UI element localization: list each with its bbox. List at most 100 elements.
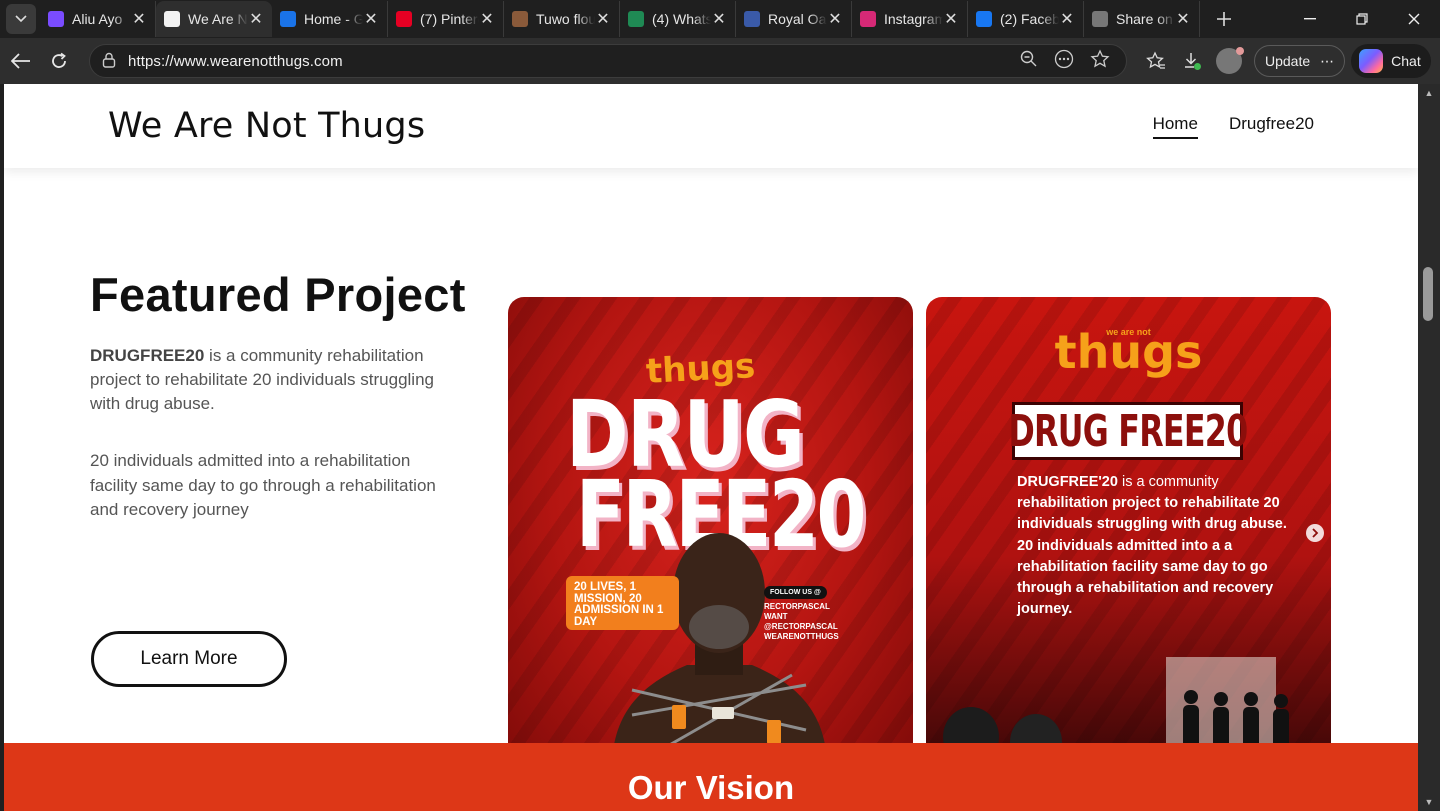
tab-close-icon[interactable]: ✕ [943,9,959,29]
arrow-left-icon [11,53,30,69]
chat-label: Chat [1391,53,1421,69]
poster2-title: DRUG FREE20 [1008,405,1248,457]
site-nav: Home Drugfree20 [1152,114,1314,139]
chevron-down-icon [15,15,27,23]
browser-tab[interactable]: Share on ✕ [1084,1,1200,37]
reload-icon [52,52,66,68]
favorites-icon [1146,51,1165,69]
featured-project-section: Featured Project DRUGFREE20 is a communi… [4,168,1418,768]
browser-tab[interactable]: Tuwo flour ✕ [504,1,620,37]
address-bar-actions [1010,45,1118,77]
downloads-button[interactable] [1174,44,1210,78]
nav-link-drugfree20[interactable]: Drugfree20 [1229,114,1314,139]
poster2-text-body: rehabilitation project to rehabilitate 2… [1017,495,1287,618]
tab-close-icon[interactable]: ✕ [595,9,611,29]
tab-title: Tuwo flour [536,11,595,27]
browser-tab[interactable]: (2) Facebook✕ [968,1,1084,37]
browser-tab[interactable]: Home - Go✕ [272,1,388,37]
more-actions-icon[interactable] [1046,49,1082,74]
tab-actions-menu-button[interactable] [6,4,36,34]
tab-close-icon[interactable]: ✕ [363,9,379,29]
tab-favicon-icon [628,11,644,27]
tab-favicon-icon [860,11,876,27]
reload-button[interactable] [42,44,76,78]
tab-title: Home - Go [304,11,363,27]
tab-title: Royal Oak [768,11,827,27]
featured-title: Featured Project [90,268,466,321]
poster-badge: 20 LIVES, 1 MISSION, 20 ADMISSION IN 1 D… [566,576,679,630]
tab-close-icon[interactable]: ✕ [1175,9,1191,29]
browser-toolbar: https://www.wearenotthugs.com Update ⋯ C… [0,38,1440,84]
profile-avatar[interactable] [1216,47,1244,74]
tab-favicon-icon [48,11,64,27]
carousel-next-button[interactable] [1306,524,1324,542]
scroll-down-arrow[interactable]: ▼ [1418,797,1440,807]
tab-close-icon[interactable]: ✕ [131,9,147,29]
poster2-text-rest: is a community [1117,474,1219,490]
tab-close-icon[interactable]: ✕ [248,9,264,29]
tab-strip: Aliu Ayo✕We Are No✕Home - Go✕(7) Pintere… [0,0,1440,38]
update-button[interactable]: Update ⋯ [1254,45,1346,77]
url-text[interactable]: https://www.wearenotthugs.com [128,53,343,70]
ellipsis-icon: ⋯ [1320,52,1335,69]
tab-close-icon[interactable]: ✕ [479,9,495,29]
download-icon [1185,53,1201,70]
new-tab-button[interactable] [1206,1,1242,37]
browser-tab[interactable]: Instagram ✕ [852,1,968,37]
chevron-right-icon [1312,528,1319,538]
tab-close-icon[interactable]: ✕ [827,9,843,29]
poster-info-image: we are not thugs DRUG FREE20 DRUGFREE'20… [926,297,1331,768]
browser-tab[interactable]: (7) Pinterest✕ [388,1,504,37]
browser-tab[interactable]: Royal Oak ✕ [736,1,852,37]
learn-more-button[interactable]: Learn More [91,631,287,687]
copilot-chat-button[interactable]: Chat [1351,44,1431,78]
browser-tab[interactable]: (4) WhatsApp✕ [620,1,736,37]
minimize-button[interactable] [1284,0,1336,38]
nav-link-home[interactable]: Home [1152,114,1198,139]
restore-button[interactable] [1336,0,1388,38]
tab-title: (2) Facebook [1000,11,1059,27]
featured-description: DRUGFREE20 is a community rehabilitation… [90,344,460,416]
favorites-button[interactable] [1138,44,1174,78]
copilot-icon [1359,49,1384,73]
browser-tab[interactable]: We Are No✕ [156,1,272,37]
tab-close-icon[interactable]: ✕ [711,9,727,29]
browser-tab[interactable]: Aliu Ayo ✕ [40,1,156,37]
tab-title: (4) WhatsApp [652,11,711,27]
project-name: DRUGFREE20 [90,346,205,365]
zoom-icon[interactable] [1010,50,1046,72]
handle-2: WANT [764,612,788,621]
lock-icon[interactable] [102,52,120,71]
toolbar-right: Update ⋯ Chat [1138,44,1431,78]
plus-icon [1217,12,1231,26]
poster2-text: DRUGFREE'20 is a community rehabilitatio… [1017,472,1292,620]
tab-favicon-icon [164,11,180,27]
tab-close-icon[interactable]: ✕ [1059,9,1075,29]
restore-icon [1356,13,1368,25]
tab-favicon-icon [396,11,412,27]
scrollbar-thumb[interactable] [1423,267,1433,321]
tab-favicon-icon [976,11,992,27]
handle-4: WEARENOTTHUGS [764,632,839,641]
handle-1: RECTORPASCAL [764,602,830,611]
vision-section: Our Vision [4,743,1418,811]
poster2-logo: thugs [1054,325,1203,379]
scroll-up-arrow[interactable]: ▲ [1418,88,1440,98]
window-controls [1284,0,1440,38]
page-scrollbar[interactable]: ▲ ▼ [1418,84,1440,811]
close-window-button[interactable] [1388,0,1440,38]
poster2-text-bold: DRUGFREE'20 [1017,474,1118,490]
tab-favicon-icon [280,11,296,27]
poster2-title-box: DRUG FREE20 [1008,402,1248,460]
favorite-star-icon[interactable] [1082,48,1118,74]
site-logo[interactable]: We Are Not Thugs [108,106,425,146]
tab-list: Aliu Ayo✕We Are No✕Home - Go✕(7) Pintere… [40,1,1200,37]
close-icon [1408,13,1420,25]
address-bar[interactable]: https://www.wearenotthugs.com [89,44,1127,78]
back-button[interactable] [4,44,38,78]
poster-drugfree20-image: thugs DRUG FREE20 20 LIVES, 1 MISSION, 2… [508,297,913,768]
tab-title: Instagram [884,11,943,27]
tab-title: Share on [1116,11,1173,27]
tab-title: Aliu Ayo [72,11,123,27]
tab-title: We Are No [188,11,248,27]
